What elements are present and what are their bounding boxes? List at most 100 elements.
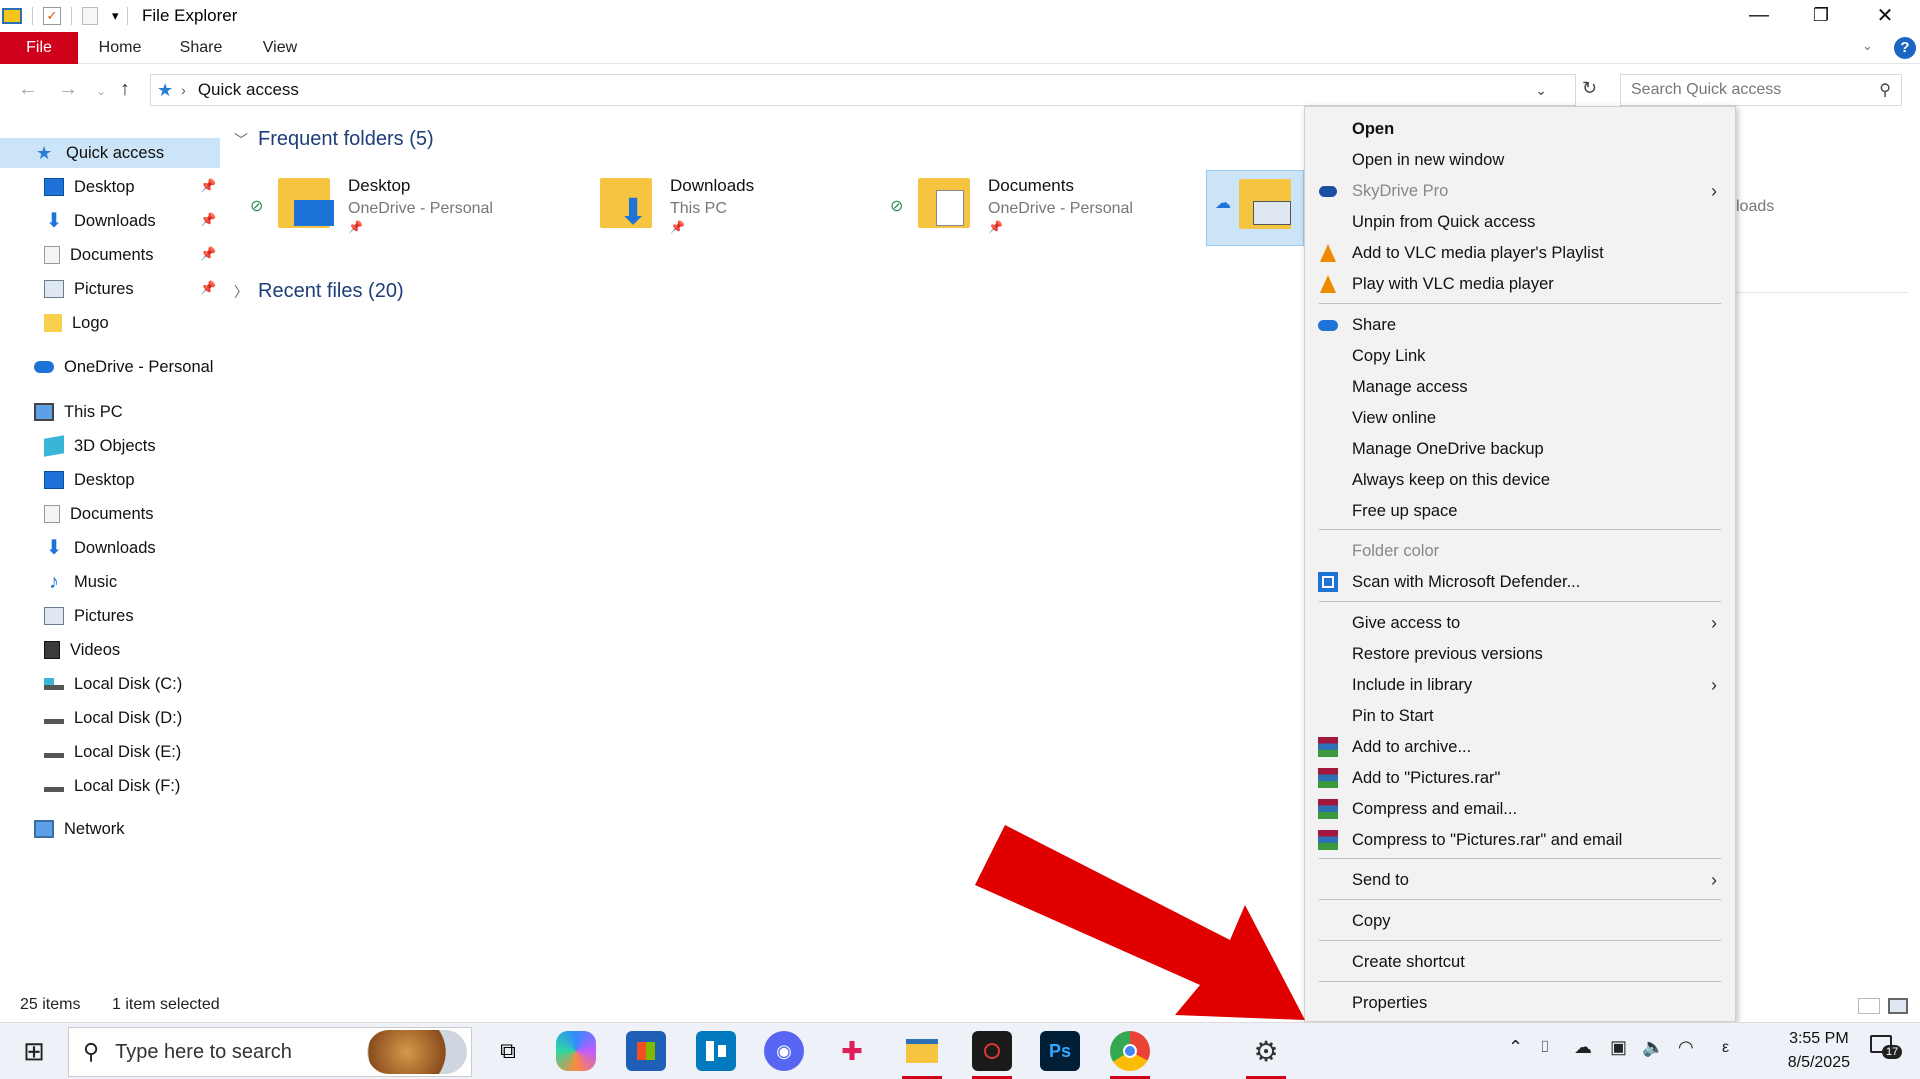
address-bar[interactable]: ★ › Quick access ⌄ <box>150 74 1576 106</box>
restore-button[interactable]: ❐ <box>1792 0 1850 30</box>
vlc-cone-icon <box>1317 242 1339 264</box>
menu-item-open-new-window[interactable]: Open in new window <box>1305 146 1735 174</box>
sidebar-item-network[interactable]: Network <box>34 814 125 844</box>
wifi-icon[interactable]: ◠ <box>1678 1037 1694 1058</box>
sidebar-item-local-disk-c[interactable]: Local Disk (C:) <box>44 669 182 699</box>
settings-gear-icon[interactable]: ⚙ <box>1246 1031 1286 1079</box>
windows-start-icon[interactable]: ⊞ <box>14 1031 54 1071</box>
menu-item-give-access-to[interactable]: Give access to › <box>1305 609 1735 637</box>
search-input[interactable]: Search Quick access ⚲ <box>1620 74 1902 106</box>
volume-icon[interactable]: 🔈 <box>1642 1037 1664 1058</box>
obs-icon[interactable] <box>972 1031 1012 1079</box>
copilot-icon[interactable] <box>556 1031 596 1071</box>
menu-item-play-vlc[interactable]: Play with VLC media player <box>1305 270 1735 298</box>
sidebar-item-videos[interactable]: Videos <box>44 635 120 665</box>
sidebar-item-downloads-pc[interactable]: ⬇ Downloads <box>44 533 156 563</box>
menu-item-add-to-pictures-rar[interactable]: Add to "Pictures.rar" <box>1305 764 1735 792</box>
address-dropdown-icon[interactable]: ⌄ <box>1535 82 1547 99</box>
folder-tile-downloads[interactable]: ⬇ Downloads This PC 📌 <box>592 170 754 246</box>
menu-item-manage-onedrive-backup[interactable]: Manage OneDrive backup <box>1305 435 1735 463</box>
sidebar-item-pictures[interactable]: Pictures <box>44 274 134 304</box>
microsoft-store-icon[interactable] <box>626 1031 666 1071</box>
recent-files-header[interactable]: 〉 Recent files (20) <box>234 280 404 303</box>
menu-item-add-to-archive[interactable]: Add to archive... <box>1305 733 1735 761</box>
menu-item-scan-defender[interactable]: Scan with Microsoft Defender... <box>1305 568 1735 596</box>
menu-item-include-in-library[interactable]: Include in library › <box>1305 671 1735 699</box>
photoshop-icon[interactable]: Ps <box>1040 1031 1080 1071</box>
details-view-icon[interactable] <box>1858 998 1880 1014</box>
file-explorer-icon[interactable] <box>902 1031 942 1079</box>
slack-icon[interactable]: ✚ <box>832 1031 872 1071</box>
clock[interactable]: 3:55 PM 8/5/2025 <box>1788 1027 1850 1075</box>
close-button[interactable]: ✕ <box>1856 0 1914 30</box>
discord-icon[interactable]: ◉ <box>764 1031 804 1071</box>
breadcrumb[interactable]: Quick access <box>198 80 299 100</box>
menu-item-folder-color[interactable]: Folder color <box>1305 537 1735 565</box>
sidebar-item-3d-objects[interactable]: 3D Objects <box>44 431 156 461</box>
sidebar-item-local-disk-e[interactable]: Local Disk (E:) <box>44 737 181 767</box>
sidebar-item-downloads[interactable]: ⬇ Downloads <box>44 206 156 236</box>
properties-icon[interactable]: ✓ <box>43 7 61 25</box>
frequent-folders-header[interactable]: ﹀ Frequent folders (5) <box>234 128 434 151</box>
sidebar-item-music[interactable]: ♪ Music <box>44 567 117 597</box>
chrome-icon[interactable] <box>1110 1031 1150 1079</box>
trello-icon[interactable] <box>696 1031 736 1071</box>
help-icon[interactable]: ? <box>1894 37 1916 59</box>
tab-share[interactable]: Share <box>170 32 232 64</box>
customize-qat-icon[interactable]: ▾ <box>112 8 119 24</box>
menu-item-copy[interactable]: Copy <box>1305 907 1735 935</box>
sidebar-item-desktop-pc[interactable]: Desktop <box>44 465 135 495</box>
sidebar-item-local-disk-d[interactable]: Local Disk (D:) <box>44 703 182 733</box>
sidebar-item-quick-access[interactable]: ★ Quick access <box>0 138 220 168</box>
input-language[interactable]: ε <box>1722 1039 1729 1057</box>
back-arrow-icon[interactable]: ← <box>18 78 38 101</box>
menu-item-restore-previous-versions[interactable]: Restore previous versions <box>1305 640 1735 668</box>
menu-item-unpin-quick-access[interactable]: Unpin from Quick access <box>1305 208 1735 236</box>
sidebar-item-documents-pc[interactable]: Documents <box>44 499 153 529</box>
folder-tile-documents[interactable]: ⊘ Documents OneDrive - Personal 📌 <box>890 170 1133 246</box>
sidebar-item-desktop[interactable]: Desktop <box>44 172 135 202</box>
up-arrow-icon[interactable]: ↑ <box>120 78 130 101</box>
refresh-icon[interactable]: ↻ <box>1582 78 1597 99</box>
show-hidden-icons-chevron-icon[interactable]: ⌃ <box>1508 1037 1523 1058</box>
menu-item-copy-link[interactable]: Copy Link <box>1305 342 1735 370</box>
expand-ribbon-icon[interactable]: ⌄ <box>1862 38 1873 54</box>
menu-item-free-up-space[interactable]: Free up space <box>1305 497 1735 525</box>
tab-file[interactable]: File <box>0 32 78 64</box>
folder-tile-desktop[interactable]: ⊘ Desktop OneDrive - Personal 📌 <box>250 170 493 246</box>
task-view-icon[interactable]: ⧉ <box>488 1031 528 1071</box>
menu-item-share[interactable]: Share <box>1305 311 1735 339</box>
notification-center-icon[interactable]: 17 <box>1870 1035 1903 1065</box>
recent-locations-chevron-icon[interactable]: ⌄ <box>96 84 106 98</box>
menu-item-add-vlc-playlist[interactable]: Add to VLC media player's Playlist <box>1305 239 1735 267</box>
menu-item-open[interactable]: Open <box>1305 115 1735 143</box>
menu-item-skydrive-pro[interactable]: SkyDrive Pro › <box>1305 177 1735 205</box>
forward-arrow-icon[interactable]: → <box>58 78 78 101</box>
sidebar-item-local-disk-f[interactable]: Local Disk (F:) <box>44 771 180 801</box>
large-icons-view-icon[interactable] <box>1888 998 1908 1014</box>
menu-item-create-shortcut[interactable]: Create shortcut <box>1305 948 1735 976</box>
taskbar-search-input[interactable]: ⚲ Type here to search <box>68 1027 472 1077</box>
menu-item-send-to[interactable]: Send to › <box>1305 866 1735 894</box>
usb-device-icon[interactable]: ⌷ <box>1540 1039 1550 1057</box>
sidebar-item-label: Network <box>64 819 125 838</box>
menu-item-always-keep[interactable]: Always keep on this device <box>1305 466 1735 494</box>
menu-item-compress-and-email[interactable]: Compress and email... <box>1305 795 1735 823</box>
meet-camera-icon[interactable]: ▣ <box>1610 1037 1627 1058</box>
menu-item-compress-pictures-rar-email[interactable]: Compress to "Pictures.rar" and email <box>1305 826 1735 854</box>
new-folder-icon[interactable] <box>82 7 98 25</box>
tab-home[interactable]: Home <box>90 32 150 64</box>
menu-item-pin-to-start[interactable]: Pin to Start <box>1305 702 1735 730</box>
minimize-button[interactable]: — <box>1730 0 1788 30</box>
onedrive-tray-icon[interactable]: ☁ <box>1574 1037 1592 1058</box>
menu-item-view-online[interactable]: View online <box>1305 404 1735 432</box>
sidebar-item-this-pc[interactable]: This PC <box>34 397 123 427</box>
sidebar-item-onedrive[interactable]: OneDrive - Personal <box>34 352 213 382</box>
sidebar-item-pictures-pc[interactable]: Pictures <box>44 601 134 631</box>
tab-view[interactable]: View <box>250 32 310 64</box>
menu-item-manage-access[interactable]: Manage access <box>1305 373 1735 401</box>
folder-tile-pictures-selected[interactable]: ☁ <box>1206 170 1304 246</box>
sidebar-item-documents[interactable]: Documents <box>44 240 153 270</box>
menu-separator <box>1319 303 1721 304</box>
sidebar-item-logo[interactable]: Logo <box>44 308 109 338</box>
